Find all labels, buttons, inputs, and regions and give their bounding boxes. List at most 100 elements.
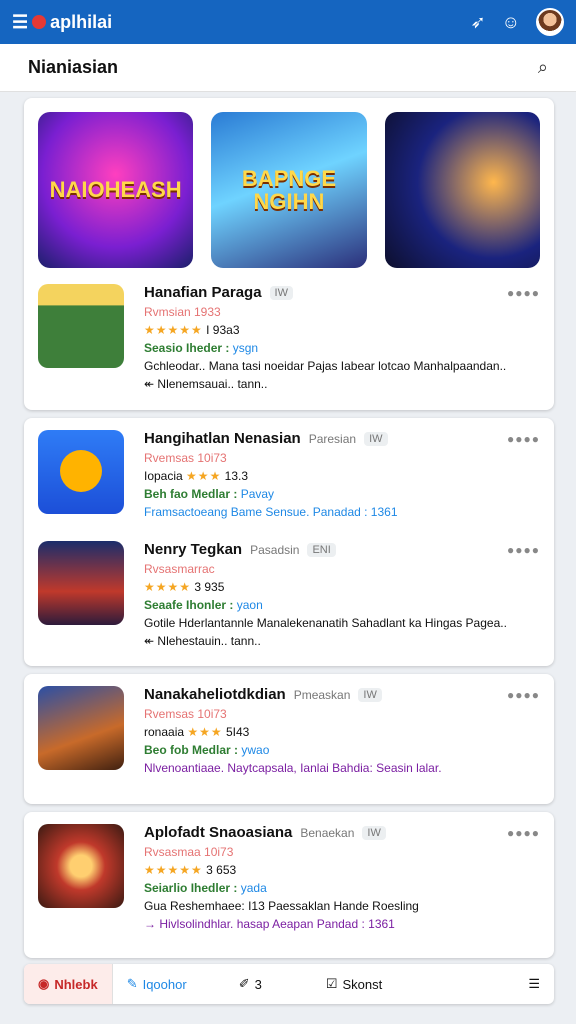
app-developer-value: yaon xyxy=(236,598,263,612)
app-info: Hanafian Paraga IW ●●●● Rvmsian 1933 ★★★… xyxy=(144,284,540,391)
brand-name: aplhilai xyxy=(50,11,113,32)
top-app-bar: ☰ aplhilai ➶ ☺ xyxy=(0,0,576,44)
checkbox-icon: ☑ xyxy=(325,976,338,991)
star-rating-icon: ★★★★★ xyxy=(144,323,203,337)
app-description: Framsactoeang Bame Sensue. Panadad : 136… xyxy=(144,505,398,519)
rating-row: ★★★★★ 3 653 xyxy=(144,863,540,877)
app-developer-value: yada xyxy=(240,881,267,895)
app-list-item[interactable]: Aplofadt Snaoasiana Benaekan IW ●●●● Rvs… xyxy=(24,824,554,931)
star-rating-icon: ★★★★★ xyxy=(144,863,203,877)
nav-tab[interactable]: ☰ xyxy=(514,964,554,1004)
featured-tile[interactable] xyxy=(384,112,540,268)
app-card: Nanakaheliotdkdian Pmeaskan IW ●●●● Rvem… xyxy=(24,674,554,804)
rating-text: ronaaia xyxy=(144,725,185,739)
top-actions: ➶ ☺ xyxy=(471,8,564,36)
more-options-icon[interactable]: ●●●● xyxy=(507,826,540,840)
nav-tab[interactable]: ✎ Iqoohor xyxy=(113,964,201,1004)
app-description: Gua Reshemhaee: I13 Paessaklan Hande Roe… xyxy=(144,899,419,913)
app-subtitle: Rvmsian 1933 xyxy=(144,305,221,319)
star-rating-icon: ★★★ xyxy=(186,469,222,483)
record-icon: ◉ xyxy=(38,976,50,991)
rating-row: Iopacia ★★★ 13.3 xyxy=(144,469,540,483)
app-extra: Hivlsolindhlar. hasap Aeapan Pandad : 13… xyxy=(159,917,395,931)
nav-tab[interactable]: ✐ 3 xyxy=(225,964,276,1004)
app-description: Gchleodar.. Mana tasi noeidar Pajas Iabe… xyxy=(144,359,507,373)
smile-icon[interactable]: ☺ xyxy=(502,12,520,33)
app-info: Nenry Tegkan Pasadsin ENI ●●●● Rvsasmarr… xyxy=(144,541,540,648)
app-developer-label: Beh fao Medlar : xyxy=(144,487,238,501)
app-list-item[interactable]: Hanafian Paraga IW ●●●● Rvmsian 1933 ★★★… xyxy=(24,284,554,391)
arrow-icon: ↞ xyxy=(144,634,155,648)
navigation-icon[interactable]: ➶ xyxy=(471,12,486,33)
rating-label: 13.3 xyxy=(224,469,249,483)
nav-label: Skonst xyxy=(342,976,383,992)
nav-label: Iqoohor xyxy=(142,976,187,992)
app-list-item[interactable]: Nenry Tegkan Pasadsin ENI ●●●● Rvsasmarr… xyxy=(24,541,554,648)
app-card: Hangihatlan Nenasian Paresian IW ●●●● Rv… xyxy=(24,418,554,666)
search-icon[interactable]: ⌕ xyxy=(538,57,548,78)
app-meta: Pasadsin xyxy=(250,542,300,557)
rating-label: 3 653 xyxy=(206,863,237,877)
app-developer-value: ywao xyxy=(241,743,270,757)
app-name: Nanakaheliotdkdian xyxy=(144,686,286,703)
app-description: Gotile Hderlantannle Manalekenanatih Sah… xyxy=(144,616,507,630)
app-info: Aplofadt Snaoasiana Benaekan IW ●●●● Rvs… xyxy=(144,824,540,931)
rating-text: Iopacia xyxy=(144,469,183,483)
app-icon xyxy=(38,686,124,770)
rating-label: 3 935 xyxy=(194,580,225,594)
app-icon xyxy=(38,541,124,625)
app-icon xyxy=(38,824,124,908)
app-extra: Nlenemsauai.. tann.. xyxy=(157,377,268,391)
app-subtitle: Rvsasmarrac xyxy=(144,562,215,576)
app-tag: IW xyxy=(358,687,382,702)
edit-icon: ✎ xyxy=(126,976,138,991)
rating-row: ★★★★ 3 935 xyxy=(144,580,540,594)
arrow-icon: ↞ xyxy=(144,377,155,391)
app-card: Aplofadt Snaoasiana Benaekan IW ●●●● Rvs… xyxy=(24,812,554,958)
app-developer-value: ysgn xyxy=(232,341,259,355)
avatar[interactable] xyxy=(536,8,564,36)
rating-label: 5I43 xyxy=(226,725,250,739)
brand[interactable]: ☰ aplhilai xyxy=(12,12,112,33)
pencil-icon: ✐ xyxy=(238,976,250,991)
app-developer-label: Seiarlio Ihedler : xyxy=(144,881,238,895)
app-meta: Paresian xyxy=(308,431,357,446)
app-list-item[interactable]: Nanakaheliotdkdian Pmeaskan IW ●●●● Rvem… xyxy=(24,686,554,775)
app-extra: Nlehestauin.. tann.. xyxy=(157,634,261,648)
featured-tile[interactable]: BAPNGE NGIHN xyxy=(211,112,367,268)
app-tag: ENI xyxy=(307,542,336,557)
app-name: Hangihatlan Nenasian xyxy=(144,430,301,447)
app-subtitle: Rvemsas 10i73 xyxy=(144,707,227,721)
featured-tile[interactable]: NAIOHEASH xyxy=(38,112,194,268)
more-options-icon[interactable]: ●●●● xyxy=(507,688,540,702)
nav-tab-active[interactable]: ◉ Nhlebk xyxy=(24,964,113,1004)
app-developer-label: Seaafe Ihonler : xyxy=(144,598,234,612)
rating-label: I 93a3 xyxy=(206,323,240,337)
app-info: Nanakaheliotdkdian Pmeaskan IW ●●●● Rvem… xyxy=(144,686,540,775)
more-options-icon[interactable]: ●●●● xyxy=(507,543,540,557)
nav-tab[interactable]: ☑ Skonst xyxy=(312,964,396,1004)
app-list-item[interactable]: Hangihatlan Nenasian Paresian IW ●●●● Rv… xyxy=(24,430,554,519)
app-tag: IW xyxy=(269,285,293,300)
app-description: Nlvenoantiaae. Naytcapsala, Ianlai Bahdi… xyxy=(144,761,442,775)
app-name: Nenry Tegkan xyxy=(144,541,243,558)
app-developer-value: Pavay xyxy=(240,487,275,501)
app-meta: Pmeaskan xyxy=(293,687,351,702)
rating-row: ronaaia ★★★ 5I43 xyxy=(144,725,540,739)
nav-label: Nhlebk xyxy=(54,976,98,992)
arrow-icon: → xyxy=(144,917,156,931)
menu-icon[interactable]: ☰ xyxy=(12,12,28,33)
app-meta: Benaekan xyxy=(300,825,355,840)
bottom-nav: ◉ Nhlebk ✎ Iqoohor ✐ 3 ☑ Skonst ☰ xyxy=(24,964,554,1004)
app-subtitle: Rvsasmaa 10i73 xyxy=(144,845,234,859)
featured-row: NAIOHEASH BAPNGE NGIHN xyxy=(24,98,554,282)
logo-icon xyxy=(32,15,47,29)
app-icon xyxy=(38,430,124,514)
page-title: Nianiasian xyxy=(28,57,119,77)
list-icon: ☰ xyxy=(528,976,540,991)
more-options-icon[interactable]: ●●●● xyxy=(507,286,540,300)
more-options-icon[interactable]: ●●●● xyxy=(507,432,540,446)
rating-row: ★★★★★ I 93a3 xyxy=(144,323,540,337)
app-name: Aplofadt Snaoasiana xyxy=(144,824,293,841)
app-icon xyxy=(38,284,124,368)
